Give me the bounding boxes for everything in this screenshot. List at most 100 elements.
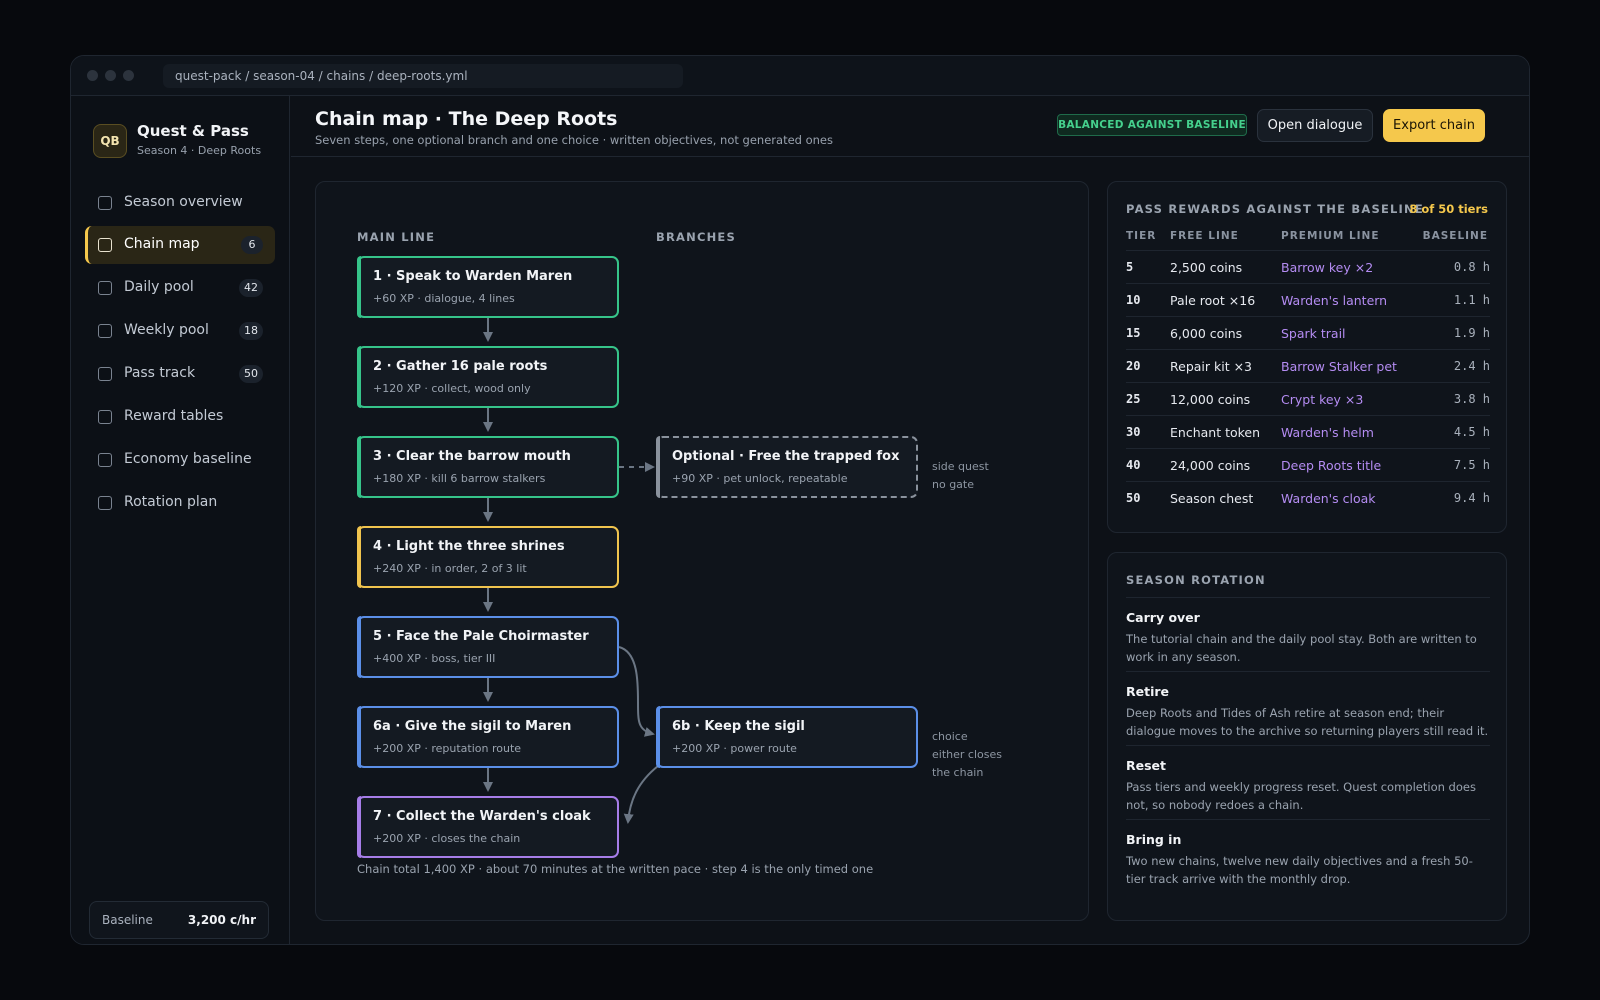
tier-cell: 15	[1126, 326, 1141, 340]
choice-note-line: the chain	[932, 766, 984, 779]
brand-subtitle: Season 4 · Deep Roots	[137, 144, 262, 157]
window-maximize-dot[interactable]	[123, 70, 134, 81]
rotation-item-carry-over: Carry over The tutorial chain and the da…	[1126, 597, 1490, 671]
sidebar-item-rotation-plan[interactable]: Rotation plan	[85, 484, 275, 522]
tier-cell: 20	[1126, 359, 1141, 373]
choice-note: choice either closes the chain	[932, 728, 1002, 782]
baseline-cell: 4.5 h	[1453, 425, 1490, 439]
column-header-free-line: FREE LINE	[1170, 230, 1239, 242]
baseline-cell: 7.5 h	[1453, 458, 1490, 472]
baseline-cell: 2.4 h	[1453, 359, 1490, 373]
sidebar-item-chain-map[interactable]: Chain map 6	[85, 226, 275, 264]
page-title: Chain map · The Deep Roots	[315, 108, 618, 130]
free-reward-cell: 12,000 coins	[1170, 392, 1251, 407]
quest-node-optional[interactable]: Optional · Free the trapped fox +90 XP ·…	[656, 436, 918, 498]
quest-node-title: 7 · Collect the Warden's cloak	[373, 809, 591, 824]
table-row[interactable]: 15 6,000 coins Spark trail 1.9 h	[1126, 316, 1490, 349]
tiers-count: 8 of 50 tiers	[1409, 202, 1488, 216]
window-close-dot[interactable]	[87, 70, 98, 81]
sidebar-item-label: Rotation plan	[124, 494, 218, 510]
tier-cell: 25	[1126, 392, 1141, 406]
quest-node-detail: +60 XP · dialogue, 4 lines	[373, 292, 515, 305]
choice-note-line: either closes	[932, 748, 1002, 761]
file-path: quest-pack / season-04 / chains / deep-r…	[163, 64, 683, 88]
sidebar-item-reward-tables[interactable]: Reward tables	[85, 398, 275, 436]
table-row[interactable]: 50 Season chest Warden's cloak 9.4 h	[1126, 481, 1490, 514]
column-header-baseline: BASELINE	[1422, 230, 1488, 242]
sidebar-item-economy-baseline[interactable]: Economy baseline	[85, 441, 275, 479]
rotation-item-body: Deep Roots and Tides of Ash retire at se…	[1126, 706, 1489, 738]
quest-node-title: Optional · Free the trapped fox	[672, 449, 900, 464]
sidebar-item-pass-track[interactable]: Pass track 50	[85, 355, 275, 393]
baseline-label: Baseline	[102, 913, 153, 927]
quest-node-2[interactable]: 2 · Gather 16 pale roots +120 XP · colle…	[357, 346, 619, 408]
quest-node-title: 3 · Clear the barrow mouth	[373, 449, 571, 464]
branches-label: BRANCHES	[656, 230, 736, 244]
baseline-value: 3,200 c/hr	[187, 913, 256, 927]
baseline-cell: 3.8 h	[1453, 392, 1490, 406]
count-badge: 18	[239, 322, 263, 340]
quest-node-6b[interactable]: 6b · Keep the sigil +200 XP · power rout…	[656, 706, 918, 768]
table-row[interactable]: 20 Repair kit ×3 Barrow Stalker pet 2.4 …	[1126, 349, 1490, 382]
sidebar-item-label: Daily pool	[124, 279, 194, 295]
free-reward-cell: 6,000 coins	[1170, 326, 1243, 341]
table-row[interactable]: 10 Pale root ×16 Warden's lantern 1.1 h	[1126, 283, 1490, 316]
optional-note: side quest no gate	[932, 458, 989, 494]
sidebar-item-label: Season overview	[124, 194, 243, 210]
sidebar-item-season-overview[interactable]: Season overview	[85, 184, 275, 222]
free-reward-cell: 2,500 coins	[1170, 260, 1243, 275]
page-header: Chain map · The Deep Roots Seven steps, …	[291, 96, 1529, 157]
open-dialogue-button[interactable]: Open dialogue	[1257, 109, 1373, 142]
main-line-label: MAIN LINE	[357, 230, 436, 244]
quest-node-detail: +200 XP · power route	[672, 742, 797, 755]
quest-node-6a[interactable]: 6a · Give the sigil to Maren +200 XP · r…	[357, 706, 619, 768]
sidebar-item-daily-pool[interactable]: Daily pool 42	[85, 269, 275, 307]
balanced-status-badge: BALANCED AGAINST BASELINE	[1057, 114, 1247, 136]
export-chain-button[interactable]: Export chain	[1383, 109, 1485, 142]
table-row[interactable]: 30 Enchant token Warden's helm 4.5 h	[1126, 415, 1490, 448]
sidebar-item-weekly-pool[interactable]: Weekly pool 18	[85, 312, 275, 350]
quest-node-4[interactable]: 4 · Light the three shrines +240 XP · in…	[357, 526, 619, 588]
brand-name: Quest & Pass	[137, 122, 249, 140]
table-row[interactable]: 25 12,000 coins Crypt key ×3 3.8 h	[1126, 382, 1490, 415]
premium-reward-cell: Warden's cloak	[1281, 491, 1376, 506]
count-badge: 6	[241, 236, 263, 254]
quest-node-5[interactable]: 5 · Face the Pale Choirmaster +400 XP · …	[357, 616, 619, 678]
rotation-item-body: The tutorial chain and the daily pool st…	[1126, 632, 1477, 664]
premium-reward-cell: Barrow Stalker pet	[1281, 359, 1397, 374]
quest-node-title: 6a · Give the sigil to Maren	[373, 719, 572, 734]
free-reward-cell: Repair kit ×3	[1170, 359, 1253, 374]
sidebar: QB Quest & Pass Season 4 · Deep Roots Se…	[71, 96, 290, 944]
pass-rewards-panel: PASS REWARDS AGAINST THE BASELINE 8 of 5…	[1107, 181, 1507, 533]
baseline-cell: 0.8 h	[1453, 260, 1490, 274]
quest-node-3[interactable]: 3 · Clear the barrow mouth +180 XP · kil…	[357, 436, 619, 498]
quest-node-title: 2 · Gather 16 pale roots	[373, 359, 548, 374]
quest-node-title: 5 · Face the Pale Choirmaster	[373, 629, 589, 644]
chain-total: Chain total 1,400 XP · about 70 minutes …	[357, 862, 874, 876]
sidebar-item-label: Chain map	[124, 236, 200, 252]
rotation-item-title: Bring in	[1126, 832, 1182, 847]
rotation-panel-title: SEASON ROTATION	[1126, 573, 1266, 587]
count-badge: 50	[239, 365, 263, 383]
window-minimize-dot[interactable]	[105, 70, 116, 81]
table-row[interactable]: 5 2,500 coins Barrow key ×2 0.8 h	[1126, 250, 1490, 283]
table-row[interactable]: 40 24,000 coins Deep Roots title 7.5 h	[1126, 448, 1490, 481]
baseline-readout: Baseline 3,200 c/hr	[89, 901, 269, 939]
quest-node-7[interactable]: 7 · Collect the Warden's cloak +200 XP ·…	[357, 796, 619, 858]
sidebar-item-label: Weekly pool	[124, 322, 209, 338]
rotation-item-title: Retire	[1126, 684, 1170, 699]
baseline-cell: 9.4 h	[1453, 491, 1490, 505]
season-rotation-panel: SEASON ROTATION Carry over The tutorial …	[1107, 552, 1507, 921]
premium-reward-cell: Warden's helm	[1281, 425, 1374, 440]
premium-reward-cell: Barrow key ×2	[1281, 260, 1374, 275]
free-reward-cell: Enchant token	[1170, 425, 1261, 440]
rotation-item-body: Pass tiers and weekly progress reset. Qu…	[1126, 780, 1476, 812]
optional-note-line: no gate	[932, 478, 975, 491]
optional-note-line: side quest	[932, 460, 989, 473]
checkbox-icon	[98, 238, 112, 252]
page-subtitle: Seven steps, one optional branch and one…	[315, 133, 833, 147]
free-reward-cell: Season chest	[1170, 491, 1254, 506]
checkbox-icon	[98, 367, 112, 381]
rotation-item-reset: Reset Pass tiers and weekly progress res…	[1126, 745, 1490, 819]
quest-node-1[interactable]: 1 · Speak to Warden Maren +60 XP · dialo…	[357, 256, 619, 318]
